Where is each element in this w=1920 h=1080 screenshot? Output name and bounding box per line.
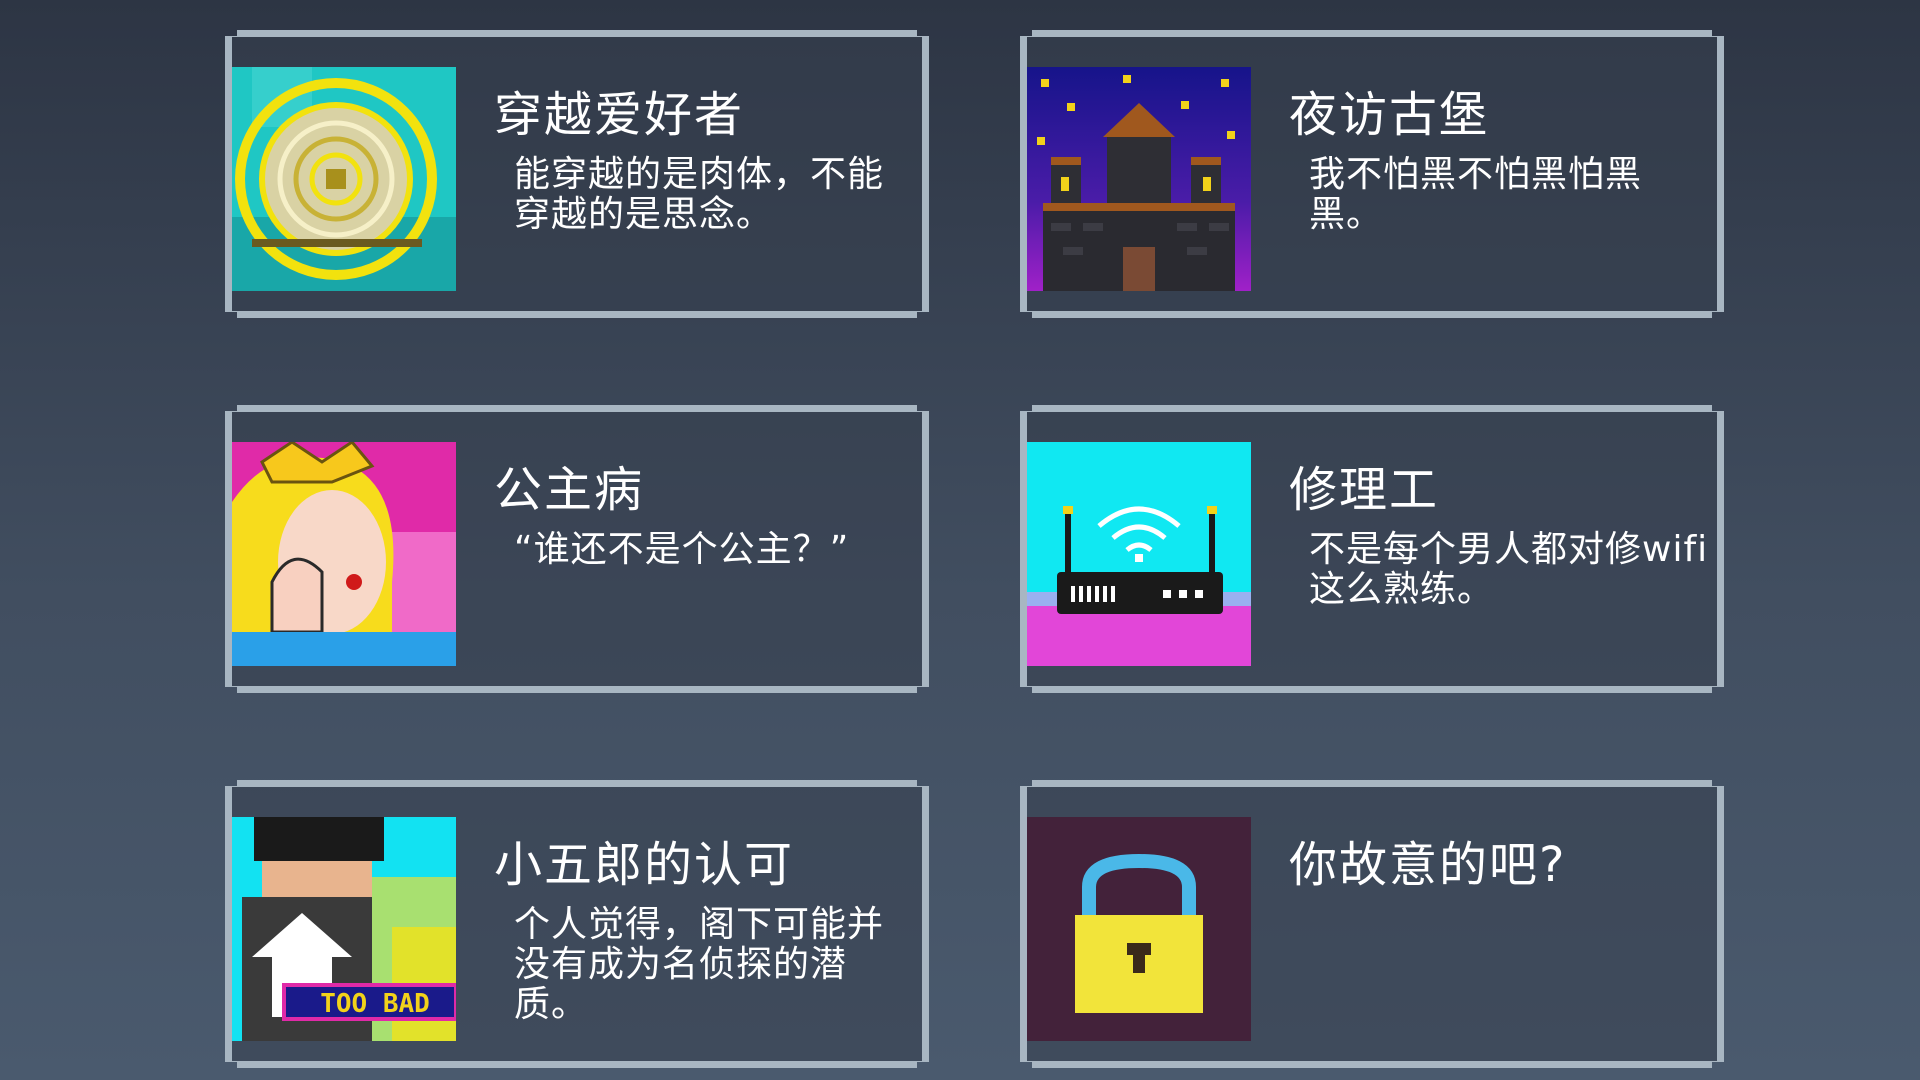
achievement-title: 你故意的吧? <box>1289 837 1567 893</box>
achievement-card-castle[interactable]: 夜访古堡 我不怕黑不怕黑怕黑黑。 <box>1020 30 1724 318</box>
achievement-description: 我不怕黑不怕黑怕黑黑。 <box>1309 154 1643 235</box>
achievement-description: 个人觉得，阁下可能并没有成为名侦探的潜质。 <box>514 904 885 1025</box>
achievement-description: “谁还不是个公主？” <box>514 529 850 570</box>
achievement-card-portal[interactable]: 穿越爱好者 能穿越的是肉体，不能穿越的是思念。 <box>225 30 929 318</box>
wifi-router-icon <box>1027 442 1251 666</box>
achievement-title: 夜访古堡 <box>1289 87 1490 143</box>
achievement-title: 小五郎的认可 <box>494 837 795 893</box>
achievement-title: 公主病 <box>494 462 645 518</box>
portal-icon <box>232 67 456 291</box>
achievement-description: 不是每个男人都对修wifi这么熟练。 <box>1309 529 1709 610</box>
achievement-card-locked[interactable]: 你故意的吧? <box>1020 780 1724 1068</box>
achievement-title: 穿越爱好者 <box>494 87 745 143</box>
lock-icon <box>1027 817 1251 1041</box>
achievement-card-detective[interactable]: TOO BAD 小五郎的认可 个人觉得，阁下可能并没有成为名侦探的潜质。 <box>225 780 929 1068</box>
princess-icon <box>232 442 456 666</box>
achievement-card-princess[interactable]: 公主病 “谁还不是个公主？” <box>225 405 929 693</box>
achievement-description: 能穿越的是肉体，不能穿越的是思念。 <box>514 154 885 235</box>
too-bad-badge: TOO BAD <box>320 989 430 1019</box>
achievement-title: 修理工 <box>1289 462 1440 518</box>
achievement-card-wifi[interactable]: 修理工 不是每个男人都对修wifi这么熟练。 <box>1020 405 1724 693</box>
castle-icon <box>1027 67 1251 291</box>
